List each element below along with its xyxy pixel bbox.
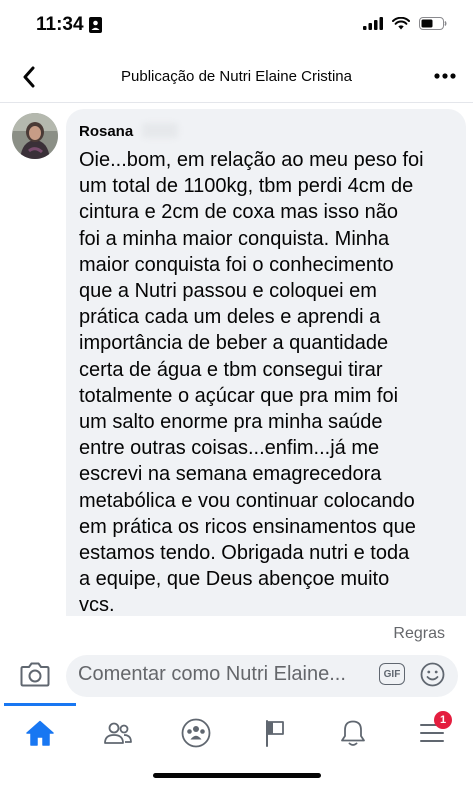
- home-icon: [26, 720, 54, 746]
- battery-icon: [419, 17, 447, 35]
- tab-notifications[interactable]: [337, 717, 369, 749]
- comment-thread: Rosana Oie...bom, em relação ao meu peso…: [0, 103, 473, 616]
- notification-badge: 1: [434, 711, 452, 729]
- wifi-icon: [392, 16, 410, 35]
- back-button[interactable]: [16, 64, 42, 90]
- tab-friends[interactable]: [102, 717, 134, 749]
- cellular-signal-icon: [363, 17, 383, 35]
- comment-composer: Comentar como Nutri Elaine... GIF: [0, 649, 473, 703]
- status-icons: [363, 16, 447, 35]
- bottom-tab-bar: 1: [0, 703, 473, 761]
- status-bar: 11:34: [0, 0, 473, 52]
- tab-menu[interactable]: 1: [416, 711, 452, 749]
- friends-icon: [104, 722, 132, 744]
- tab-groups[interactable]: [180, 717, 212, 749]
- rules-link[interactable]: Regras: [393, 625, 445, 643]
- home-indicator[interactable]: [153, 773, 321, 778]
- comment-input-placeholder: Comentar como Nutri Elaine...: [78, 663, 346, 685]
- redacted-surname: [142, 123, 178, 138]
- camera-button[interactable]: [20, 661, 50, 692]
- groups-icon: [181, 718, 211, 748]
- tab-pages[interactable]: [259, 717, 291, 749]
- camera-icon: [20, 662, 50, 687]
- id-card-icon: [89, 17, 102, 38]
- tab-home[interactable]: [24, 717, 56, 749]
- notifications-bell-icon: [341, 720, 365, 746]
- page-title: Publicação de Nutri Elaine Cristina: [121, 68, 352, 85]
- comment-text: Oie...bom, em relação ao meu peso foi um…: [79, 149, 424, 616]
- chevron-left-icon: [23, 66, 35, 88]
- pages-flag-icon: [266, 720, 284, 747]
- post-header: Publicação de Nutri Elaine Cristina: [0, 52, 473, 103]
- avatar[interactable]: [12, 113, 58, 159]
- gif-button[interactable]: GIF: [379, 663, 405, 685]
- emoji-button[interactable]: [420, 662, 445, 692]
- status-time: 11:34: [36, 14, 84, 35]
- active-tab-indicator: [4, 703, 76, 706]
- smiley-icon: [420, 662, 445, 687]
- comment-author[interactable]: Rosana: [79, 123, 133, 140]
- more-options-button[interactable]: [433, 68, 457, 84]
- more-dots-icon: [434, 73, 456, 79]
